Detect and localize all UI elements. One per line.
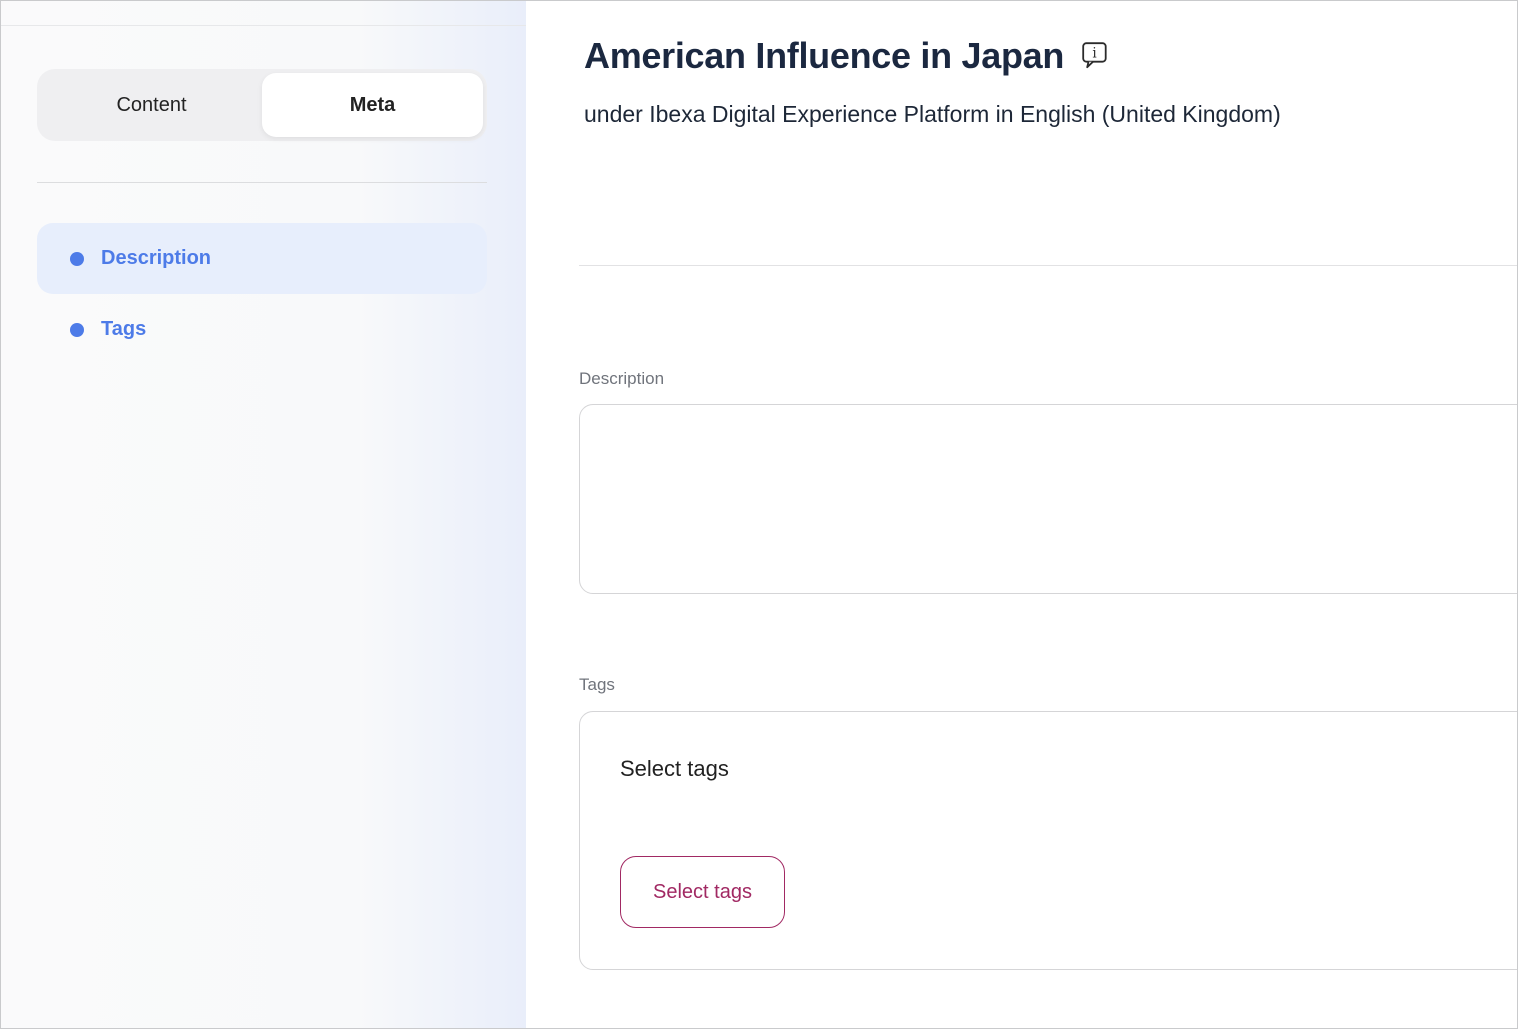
sidebar-content: Content Meta Description Tags (1, 69, 526, 365)
tags-picker-label: Select tags (620, 756, 1506, 782)
sidebar-item-label: Tags (101, 318, 146, 341)
bullet-dot-icon (70, 252, 84, 266)
sidebar-item-tags[interactable]: Tags (37, 294, 487, 365)
bullet-dot-icon (70, 323, 84, 337)
sidebar-item-label: Description (101, 247, 211, 270)
main-content: American Influence in Japan i under Ibex… (526, 1, 1517, 1028)
location-subtitle: under Ibexa Digital Experience Platform … (584, 101, 1517, 128)
tab-meta[interactable]: Meta (262, 73, 483, 137)
svg-text:i: i (1092, 46, 1097, 62)
description-textarea[interactable] (579, 404, 1517, 594)
sidebar-top-strip (1, 1, 526, 26)
meta-sidebar: Content Meta Description Tags (1, 1, 526, 1028)
title-row: American Influence in Japan i (584, 34, 1517, 78)
description-field-label: Description (579, 369, 1517, 389)
page-title: American Influence in Japan (584, 34, 1064, 78)
sidebar-divider (37, 182, 487, 183)
info-tooltip-icon[interactable]: i (1082, 42, 1108, 70)
anchor-nav: Description Tags (37, 223, 487, 365)
content-meta-tab-toggle: Content Meta (37, 69, 487, 141)
tags-field-card: Select tags Select tags (579, 711, 1517, 970)
tags-field-label: Tags (579, 675, 1517, 695)
tab-content[interactable]: Content (41, 73, 262, 137)
section-divider (579, 265, 1517, 266)
meta-edit-page: { "sidebar": { "tabs": { "content_label"… (0, 0, 1518, 1029)
select-tags-button[interactable]: Select tags (620, 856, 785, 928)
sidebar-item-description[interactable]: Description (37, 223, 487, 294)
